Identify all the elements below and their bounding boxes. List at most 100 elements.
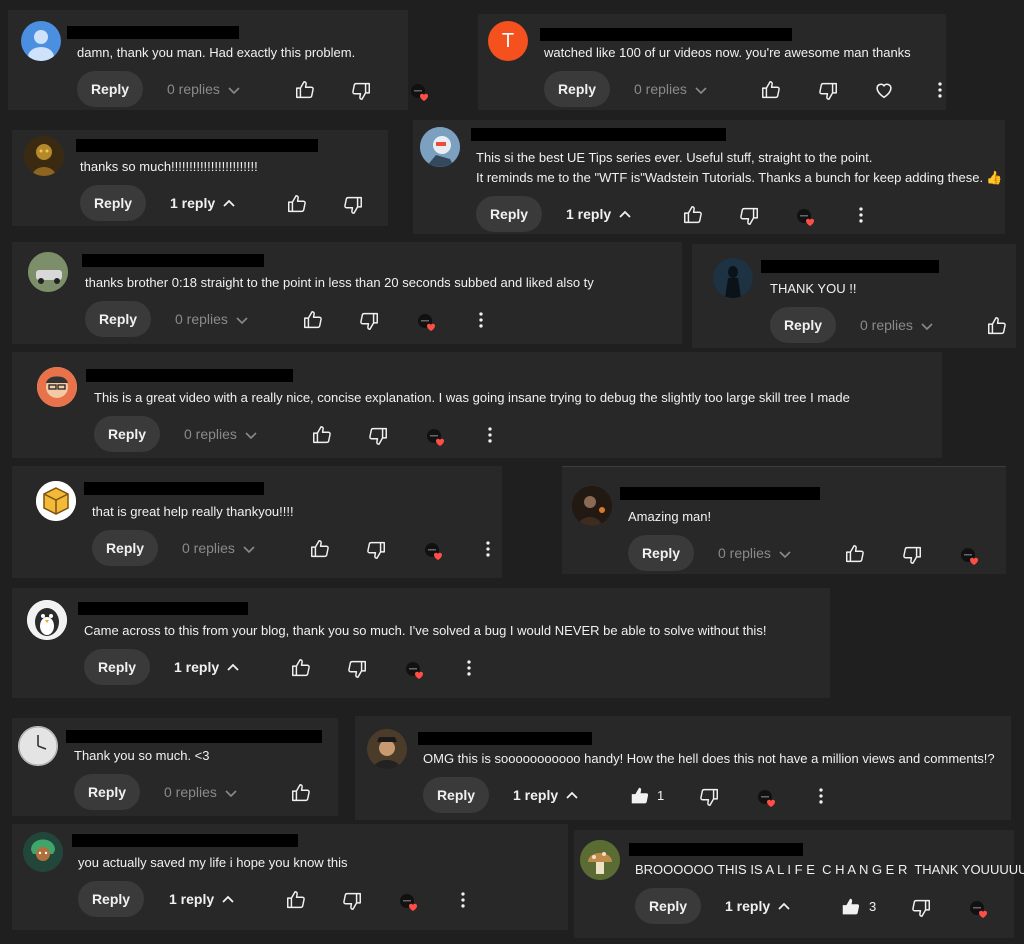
replies-toggle[interactable]: 0 replies	[164, 782, 239, 802]
chevron-up-icon	[564, 788, 580, 804]
thumbs-down-icon[interactable]	[367, 425, 389, 447]
reply-button[interactable]: Reply	[92, 530, 158, 566]
reply-button[interactable]: Reply	[635, 888, 701, 924]
reply-button[interactable]: Reply	[423, 777, 489, 813]
reply-button[interactable]: Reply	[80, 185, 146, 221]
avatar[interactable]	[367, 729, 407, 769]
thumbs-up-icon[interactable]	[311, 424, 333, 446]
replies-toggle[interactable]: 0 replies	[175, 309, 250, 329]
thumbs-up-emoji: 👍	[986, 170, 1003, 185]
chevron-down-icon	[777, 546, 793, 562]
replies-count: 1 reply	[169, 891, 215, 907]
reply-button[interactable]: Reply	[476, 196, 542, 232]
avatar[interactable]	[580, 840, 620, 880]
reply-button[interactable]: Reply	[628, 535, 694, 571]
more-vert-icon[interactable]	[470, 309, 492, 331]
avatar[interactable]	[27, 600, 67, 640]
thumbs-down-icon[interactable]	[358, 310, 380, 332]
more-vert-icon[interactable]	[477, 538, 499, 560]
thumbs-down-icon[interactable]	[738, 205, 760, 227]
redacted-username	[540, 28, 792, 41]
avatar[interactable]: T	[488, 21, 528, 61]
thumbs-up-icon[interactable]	[302, 309, 324, 331]
thumbs-down-icon[interactable]	[350, 80, 372, 102]
avatar[interactable]	[713, 258, 753, 298]
more-vert-icon[interactable]	[810, 785, 832, 807]
thumbs-down-icon[interactable]	[346, 658, 368, 680]
thumbs-up-icon[interactable]	[294, 79, 316, 101]
thumbs-up-icon[interactable]	[682, 204, 704, 226]
replies-toggle[interactable]: 0 replies	[634, 79, 709, 99]
replies-toggle[interactable]: 0 replies	[184, 424, 259, 444]
replies-toggle[interactable]: 0 replies	[182, 538, 257, 558]
avatar[interactable]	[24, 136, 64, 176]
avatar-letter: T	[501, 30, 515, 52]
avatar[interactable]	[21, 21, 61, 61]
avatar[interactable]	[420, 127, 460, 167]
comment-text-line: This si the best UE Tips series ever. Us…	[476, 150, 873, 165]
comment-text: BROOOOOO THIS IS A L I F E C H A N G E R…	[635, 862, 1024, 877]
thumbs-down-icon[interactable]	[342, 194, 364, 216]
thumbs-up-icon[interactable]	[309, 538, 331, 560]
like-count: 1	[657, 788, 665, 803]
thumbs-down-icon[interactable]	[341, 890, 363, 912]
thumbs-down-icon[interactable]	[817, 80, 839, 102]
heart-icon[interactable]	[873, 79, 895, 101]
thumbs-up-icon[interactable]	[290, 782, 312, 804]
reply-button[interactable]: Reply	[85, 301, 151, 337]
avatar[interactable]	[36, 481, 76, 521]
more-vert-icon[interactable]	[929, 79, 951, 101]
creator-heart-badge	[425, 543, 443, 561]
thumbs-up-icon[interactable]	[285, 889, 307, 911]
more-vert-icon[interactable]	[452, 889, 474, 911]
comment-text: watched like 100 of ur videos now. you'r…	[544, 45, 911, 60]
thumbs-up-icon[interactable]	[629, 785, 651, 807]
thumbs-up-icon[interactable]	[760, 79, 782, 101]
chevron-down-icon	[693, 82, 709, 98]
chevron-down-icon	[243, 427, 259, 443]
replies-toggle[interactable]: 1 reply	[174, 657, 241, 677]
reply-button[interactable]: Reply	[84, 649, 150, 685]
creator-heart-badge	[797, 209, 815, 227]
reply-button[interactable]: Reply	[94, 416, 160, 452]
avatar[interactable]	[37, 367, 77, 407]
reply-button[interactable]: Reply	[770, 307, 836, 343]
replies-toggle[interactable]: 1 reply	[725, 896, 792, 916]
chevron-down-icon	[226, 82, 242, 98]
more-vert-icon[interactable]	[458, 657, 480, 679]
replies-toggle[interactable]: 0 replies	[860, 315, 935, 335]
replies-toggle[interactable]: 1 reply	[169, 889, 236, 909]
thumbs-down-icon[interactable]	[698, 786, 720, 808]
replies-count: 1 reply	[566, 206, 612, 222]
avatar[interactable]	[18, 726, 58, 766]
avatar[interactable]	[572, 486, 612, 526]
reply-button[interactable]: Reply	[77, 71, 143, 107]
replies-toggle[interactable]: 0 replies	[167, 79, 242, 99]
thumbs-down-icon[interactable]	[365, 539, 387, 561]
thumbs-up-icon[interactable]	[986, 315, 1008, 337]
thumbs-up-icon[interactable]	[840, 896, 862, 918]
chevron-up-icon	[220, 892, 236, 908]
thumbs-down-icon[interactable]	[901, 544, 923, 566]
reply-button[interactable]: Reply	[74, 774, 140, 810]
replies-count: 1 reply	[513, 787, 559, 803]
replies-toggle[interactable]: 0 replies	[718, 543, 793, 563]
comment-text: OMG this is sooooooooooo handy! How the …	[423, 751, 995, 766]
thumbs-up-icon[interactable]	[286, 193, 308, 215]
avatar[interactable]	[28, 252, 68, 292]
thumbs-up-icon[interactable]	[290, 657, 312, 679]
replies-toggle[interactable]: 1 reply	[513, 785, 580, 805]
more-vert-icon[interactable]	[479, 424, 501, 446]
thumbs-down-icon[interactable]	[910, 897, 932, 919]
replies-toggle[interactable]: 1 reply	[566, 204, 633, 224]
thumbs-up-icon[interactable]	[844, 543, 866, 565]
reply-button[interactable]: Reply	[78, 881, 144, 917]
replies-toggle[interactable]: 1 reply	[170, 193, 237, 213]
avatar[interactable]	[23, 832, 63, 872]
creator-heart-badge	[411, 84, 429, 102]
comment-text-line: It reminds me to the "WTF is"Wadstein Tu…	[476, 170, 1003, 185]
chevron-down-icon	[234, 312, 250, 328]
reply-button[interactable]: Reply	[544, 71, 610, 107]
comment-text: damn, thank you man. Had exactly this pr…	[77, 45, 356, 60]
more-vert-icon[interactable]	[850, 204, 872, 226]
